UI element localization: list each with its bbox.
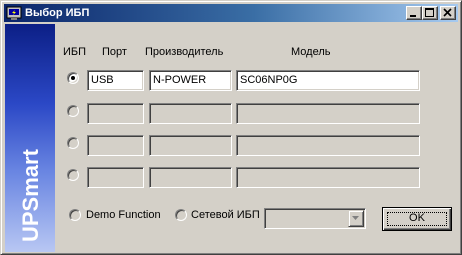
brand-sidebar-text: UPSmart [18,148,43,242]
ups-radio-3[interactable] [67,137,79,149]
minimize-button[interactable] [406,6,422,20]
ups-radio-2[interactable] [67,105,79,117]
model-field-2[interactable] [236,103,420,124]
model-field-1[interactable]: SC06NP0G [236,70,420,91]
combo-dropdown-button[interactable] [348,210,364,227]
manufacturer-field-3[interactable] [149,135,232,156]
window-title: Выбор ИБП [25,7,90,19]
network-ups-label[interactable]: Сетевой ИБП [191,209,260,222]
manufacturer-field-2[interactable] [149,103,232,124]
demo-function-radio[interactable] [69,209,81,221]
ups-radio-4[interactable] [67,169,79,181]
port-field-1[interactable]: USB [87,70,144,91]
maximize-icon [425,8,434,17]
network-ups-radio[interactable] [175,209,187,221]
model-field-3[interactable] [236,135,420,156]
demo-function-label[interactable]: Demo Function [86,209,161,222]
header-port: Порт [102,46,127,58]
close-icon [443,8,452,17]
header-model: Модель [291,46,331,58]
ok-button-label: OK [409,212,425,224]
close-button[interactable] [440,6,456,20]
manufacturer-field-4[interactable] [149,167,232,188]
header-ups: ИБП [63,46,87,58]
brand-name: UPSmart [18,148,43,242]
ups-select-window: Выбор ИБП UPSmart ИБП Порт Производитель… [0,0,462,255]
manufacturer-field-1[interactable]: N-POWER [149,70,232,91]
model-field-4[interactable] [236,167,420,188]
ok-button[interactable]: OK [382,207,452,231]
minimize-icon [410,15,416,17]
brand-sidebar: UPSmart [5,24,55,252]
title-bar[interactable]: Выбор ИБП [4,4,458,22]
port-field-3[interactable] [87,135,144,156]
port-field-4[interactable] [87,167,144,188]
network-ups-select[interactable] [264,208,366,229]
chevron-down-icon [352,216,359,220]
header-manufacturer: Производитель [145,46,224,58]
port-field-2[interactable] [87,103,144,124]
ups-app-icon [6,5,22,21]
maximize-button[interactable] [422,6,438,20]
ups-radio-1[interactable] [67,72,79,84]
